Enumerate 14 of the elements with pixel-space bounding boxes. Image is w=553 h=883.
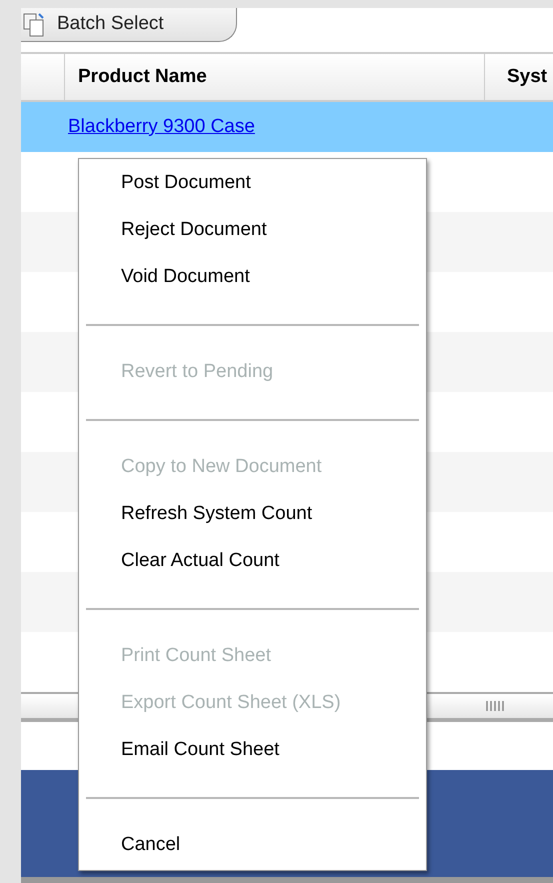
column-header: Syst <box>506 64 548 89</box>
menu-item[interactable]: Clear Actual Count <box>79 538 426 585</box>
column-header: Product Name <box>65 54 485 100</box>
product-link[interactable]: Blackberry 9300 Case <box>68 112 255 142</box>
menu-item[interactable]: Email Count Sheet <box>79 727 426 774</box>
documents-icon <box>23 12 45 36</box>
batch-select-button[interactable]: Batch Select <box>21 8 237 42</box>
table-row[interactable]: Blackberry 9300 Case <box>21 102 553 152</box>
grip-icon <box>485 701 505 711</box>
menu-item[interactable]: Refresh System Count <box>79 491 426 538</box>
menu-item[interactable]: Cancel <box>79 822 426 869</box>
menu-item[interactable]: Post Document <box>79 160 426 207</box>
menu-item[interactable]: Reject Document <box>79 207 426 254</box>
menu-item[interactable]: Void Document <box>79 254 426 301</box>
